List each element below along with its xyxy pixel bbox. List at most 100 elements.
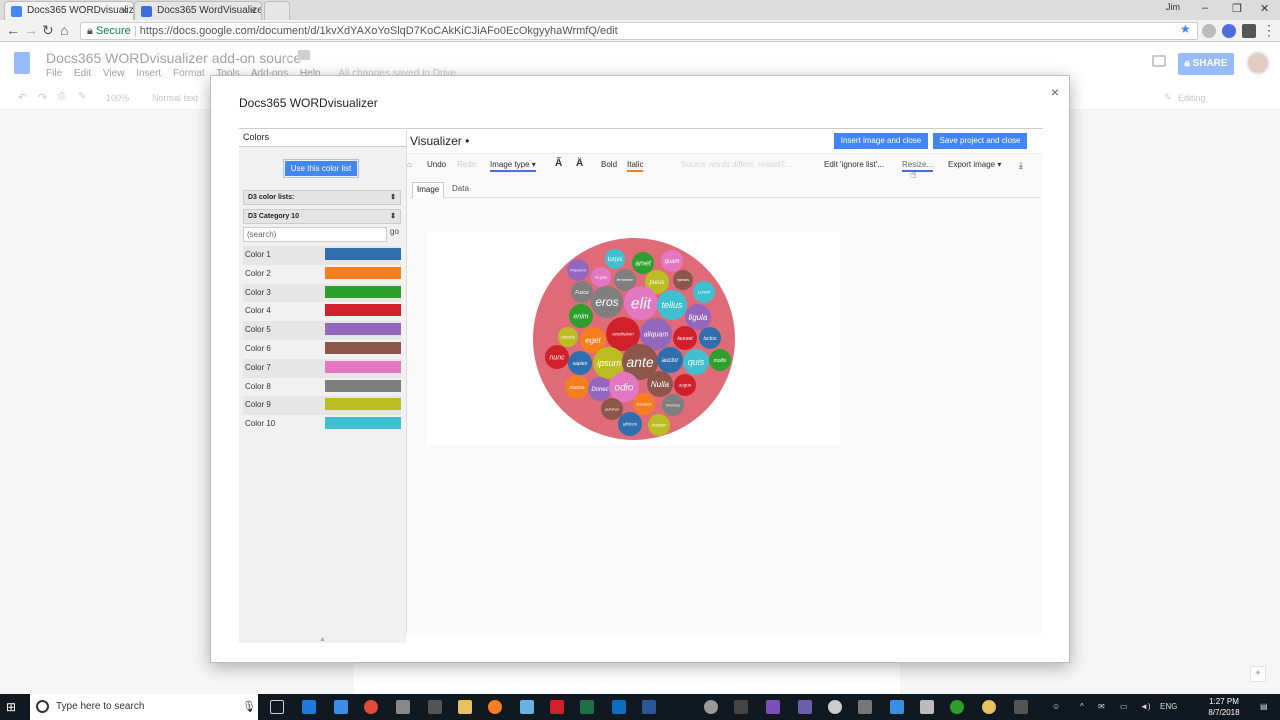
chrome-icon[interactable] [364,700,378,714]
app-icon[interactable] [798,700,812,714]
chrome-canary-icon[interactable] [982,700,996,714]
back-icon[interactable]: ← [6,22,20,38]
color-swatch[interactable] [325,285,401,298]
outlook-icon[interactable] [612,700,626,714]
file-explorer-icon[interactable] [458,700,472,714]
extension-g-icon[interactable] [1242,24,1256,38]
notifications-icon[interactable]: ▤ [1260,702,1268,711]
color-swatch[interactable] [325,398,401,411]
network-icon[interactable]: ▭ [1120,702,1128,711]
color-row[interactable]: Color 7 [243,358,401,378]
word-icon[interactable] [642,700,656,714]
font-decrease-icon[interactable]: Ä [576,158,583,169]
color-swatch[interactable] [325,266,401,279]
taskbar-search-input[interactable]: Type here to search 🎙︎ [30,694,258,720]
save-project-button[interactable]: Save project and close [933,133,1027,149]
home-icon[interactable]: ⌂ [407,160,412,169]
app-icon[interactable] [890,700,904,714]
color-row[interactable]: Color 8 [243,377,401,397]
color-swatch[interactable] [325,342,401,354]
color-search-input[interactable]: (search) [243,227,387,242]
language-indicator[interactable]: ENG [1160,702,1177,711]
volume-icon[interactable]: ◄) [1140,702,1151,711]
store-icon[interactable] [334,700,348,714]
color-row[interactable]: Color 3 [243,283,401,303]
edge-icon[interactable] [302,700,316,714]
windows-start-icon[interactable]: ⊞ [6,700,20,714]
color-row[interactable]: Color 9 [243,396,401,416]
chrome-menu-icon[interactable]: ⋮ [1262,22,1276,39]
forward-icon[interactable]: → [24,22,38,38]
app-icon[interactable] [520,700,534,714]
browser-tab-active[interactable]: Docs365 WORDvisualize × [4,1,134,20]
tab-data[interactable]: Data [448,182,473,198]
color-swatch[interactable] [325,248,401,260]
color-row[interactable]: Color 10 [243,415,401,435]
bold-toggle[interactable]: Bold [601,160,617,169]
app-icon[interactable] [858,700,872,714]
tab-close-icon[interactable]: × [122,2,128,20]
color-swatch[interactable] [325,379,401,392]
color-swatch[interactable] [325,417,401,430]
image-type-menu[interactable]: Image type ▾ [490,160,536,172]
app-icon[interactable] [920,700,934,714]
home-icon[interactable]: ⌂ [60,22,68,38]
firefox-icon[interactable] [488,700,502,714]
visualization-canvas[interactable]: turpis amet quam Praesent feugiat fermentum pu… [427,232,840,445]
extension-icon[interactable] [1202,24,1216,38]
clock[interactable]: 1:27 PM 8/7/2018 [1198,696,1250,718]
export-image-menu[interactable]: Export image ▾ [948,160,1001,169]
color-swatch[interactable] [325,323,401,336]
minimize-icon[interactable]: – [1202,2,1208,14]
color-lists-select[interactable]: D3 color lists: ⇕ [243,190,401,205]
url-bar[interactable]: 🔒︎ Secure | https://docs.google.com/docu… [80,22,1198,40]
resize-grip-icon[interactable]: ▲ [319,636,326,643]
color-row[interactable]: Color 1 [243,246,401,265]
undo-button[interactable]: Undo [427,160,446,169]
edit-ignore-list-button[interactable]: Edit 'ignore list'... [824,160,884,169]
color-row[interactable]: Color 4 [243,302,401,322]
window-close-icon[interactable]: ✕ [1260,2,1269,15]
browser-tab[interactable]: Docs365 WordVisualizer × [134,1,262,20]
settings-icon[interactable] [704,700,718,714]
profile-name[interactable]: Jim [1166,2,1180,12]
color-list-select[interactable]: D3 Category 10 ⇕ [243,209,401,224]
insert-image-button[interactable]: Insert image and close [834,133,928,149]
color-row[interactable]: Color 6 [243,340,401,359]
app-icon[interactable] [1014,700,1028,714]
snipping-tool-icon[interactable] [396,700,410,714]
dialog-close-icon[interactable]: × [1051,84,1059,100]
tray-chevron-icon[interactable]: ^ [1080,702,1084,711]
color-row[interactable]: Color 2 [243,264,401,284]
color-swatch[interactable] [325,360,401,373]
people-icon[interactable]: ☺ [1052,702,1060,711]
filezilla-icon[interactable] [550,700,564,714]
go-button[interactable]: go [390,227,399,236]
app-icon[interactable] [428,700,442,714]
resize-button[interactable]: Resize... [902,160,934,172]
excel-icon[interactable] [580,700,594,714]
bookmark-star-icon[interactable]: ★ [1180,22,1191,36]
color-swatch[interactable] [325,304,401,317]
tab-image[interactable]: Image [412,182,445,198]
reload-icon[interactable]: ↻ [42,22,54,39]
use-color-list-button[interactable]: Use this color list [283,159,359,178]
task-view-icon[interactable] [270,700,284,714]
download-icon[interactable]: ⤓ [1019,160,1023,171]
visual-studio-icon[interactable] [766,700,780,714]
extension-icon[interactable] [1222,24,1236,38]
microphone-icon[interactable]: 🎙︎ [242,694,256,720]
word-bubble-image[interactable]: turpis amet quam Praesent feugiat fermentum pu… [427,232,840,445]
outlook-tray-icon[interactable]: ✉ [1098,702,1105,711]
redo-button[interactable]: Redo [457,160,476,169]
tab-close-icon[interactable]: × [250,2,256,20]
color-row[interactable]: Color 5 [243,321,401,341]
restore-icon[interactable]: ❐ [1232,2,1242,15]
app-icon[interactable] [734,700,748,714]
italic-toggle[interactable]: Italic [627,160,644,172]
app-icon[interactable] [950,700,964,714]
app-icon[interactable] [828,700,842,714]
font-increase-icon[interactable]: A̋ [555,158,562,169]
new-tab-button[interactable] [264,1,290,20]
reload-status[interactable]: Source words differs, reload?... [681,160,792,169]
